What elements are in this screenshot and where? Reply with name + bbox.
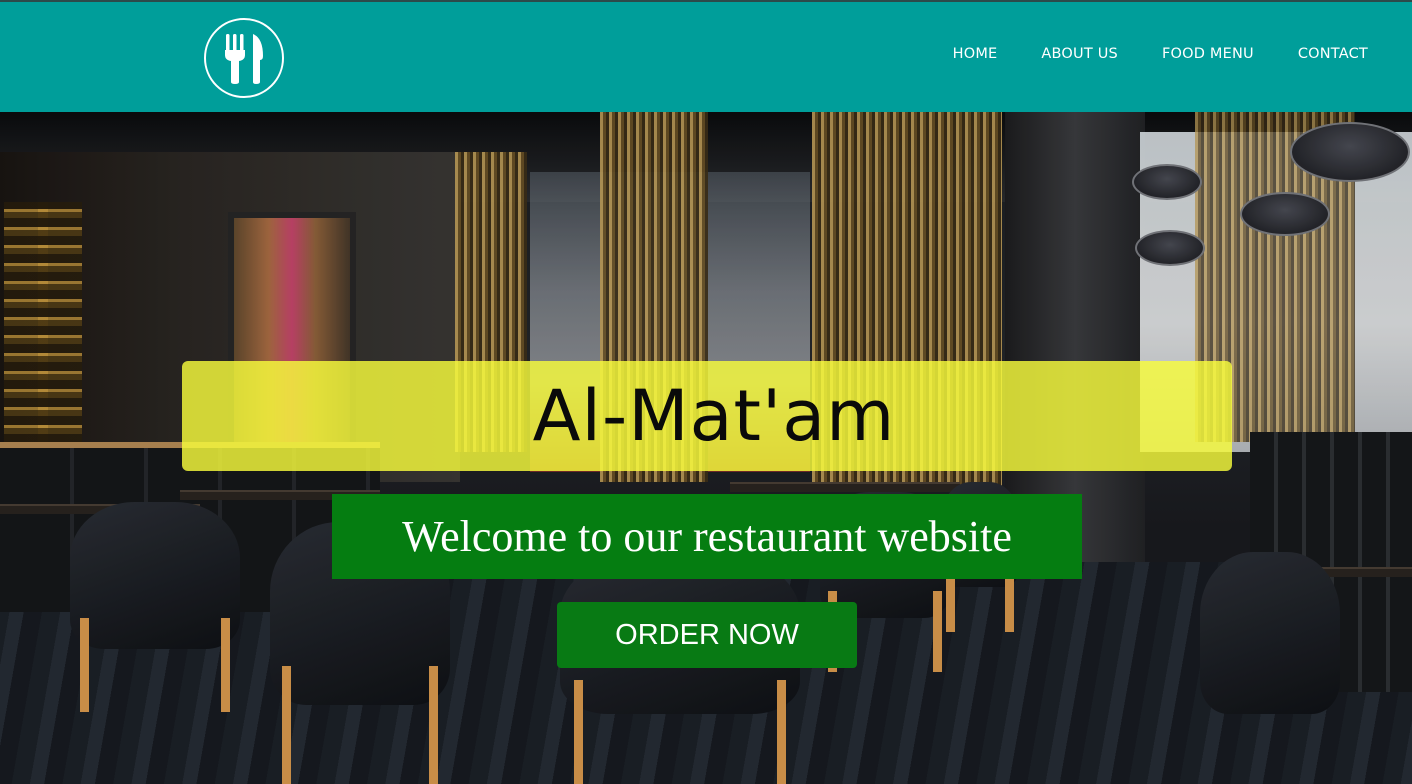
- welcome-text: Welcome to our restaurant website: [402, 512, 1012, 561]
- nav-contact-link[interactable]: CONTACT: [1298, 46, 1368, 62]
- logo[interactable]: [204, 18, 284, 98]
- main-nav: HOME ABOUT US FOOD MENU CONTACT: [953, 46, 1368, 62]
- welcome-banner: Welcome to our restaurant website: [332, 494, 1082, 579]
- site-header: HOME ABOUT US FOOD MENU CONTACT: [0, 0, 1412, 112]
- order-now-button[interactable]: ORDER NOW: [557, 602, 857, 668]
- nav-home-link[interactable]: HOME: [953, 46, 998, 62]
- fork-knife-icon: [225, 34, 263, 84]
- nav-about-us-link[interactable]: ABOUT US: [1041, 46, 1118, 62]
- restaurant-title-banner: Al-Mat'am: [182, 361, 1232, 471]
- nav-food-menu-link[interactable]: FOOD MENU: [1162, 46, 1254, 62]
- restaurant-title: Al-Mat'am: [532, 375, 896, 457]
